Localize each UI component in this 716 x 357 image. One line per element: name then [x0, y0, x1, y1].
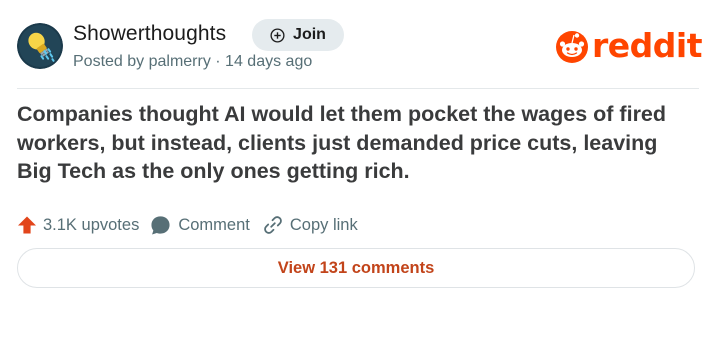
post-meta: Posted by palmerry · 14 days ago: [73, 53, 313, 70]
community-avatar[interactable]: [17, 23, 63, 69]
copy-link-button[interactable]: Copy link: [263, 215, 358, 235]
reddit-logo: reddit: [555, 26, 703, 66]
upvote-count: 3.1K upvotes: [43, 215, 140, 234]
comment-button[interactable]: Comment: [150, 215, 250, 236]
view-comments-button[interactable]: View 131 comments: [17, 248, 695, 288]
lightbulb-shower-icon: [17, 23, 63, 69]
community-name[interactable]: Showerthoughts: [73, 22, 226, 46]
header-divider: [17, 88, 699, 89]
snoo-icon: [556, 31, 588, 63]
post-title[interactable]: Companies thought AI would let them pock…: [17, 100, 697, 186]
join-label: Join: [293, 26, 326, 43]
upvote-arrow-icon: [18, 216, 36, 234]
copy-link-label: Copy link: [289, 215, 358, 234]
speech-bubble-icon: [151, 215, 170, 234]
upvote-button[interactable]: 3.1K upvotes: [17, 215, 139, 235]
reddit-wordmark: reddit: [592, 26, 703, 65]
link-icon: [264, 216, 282, 234]
reddit-post-card: Showerthoughts Join Posted by palmerry ·…: [0, 0, 716, 357]
join-button[interactable]: Join: [252, 19, 344, 51]
post-actions: 3.1K upvotes Comment Copy link: [17, 213, 358, 237]
comment-label: Comment: [178, 215, 250, 234]
plus-circle-icon: [270, 27, 285, 43]
